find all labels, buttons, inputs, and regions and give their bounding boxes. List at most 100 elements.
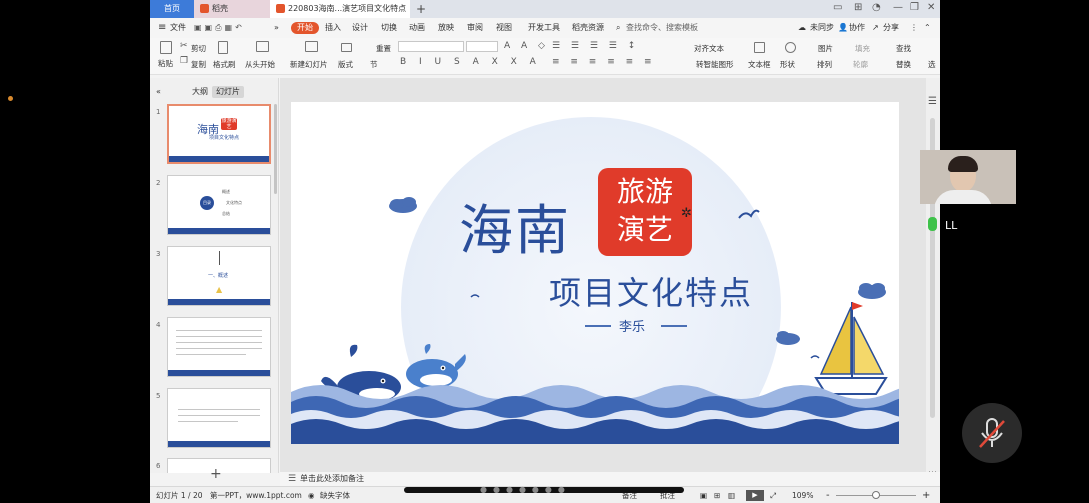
more-options-icon[interactable]: ⋮ — [910, 18, 918, 38]
list-icons[interactable]: ☰ ☰ ☰ ☰ ↕ — [552, 41, 639, 51]
search-icon[interactable]: ⌕ — [616, 18, 620, 38]
grid-icon[interactable]: ⊞ — [854, 2, 862, 13]
shapes-button[interactable]: 形状 — [780, 59, 795, 70]
properties-icon[interactable]: ☰ — [928, 96, 937, 107]
select-button[interactable]: 选 — [928, 59, 936, 70]
paste-icon[interactable] — [160, 41, 172, 54]
slide-tag[interactable]: 旅游 演艺 — [598, 168, 692, 256]
slide-thumbnail[interactable]: 一、概述 ▲ — [167, 246, 271, 306]
format-painter-icon[interactable] — [218, 41, 228, 54]
paste-button[interactable]: 粘贴 — [158, 58, 173, 69]
font-size-controls[interactable]: A A ◇ — [504, 41, 549, 51]
quick-access-icons[interactable]: ▣▣⎙▦↶ — [194, 18, 245, 38]
text-format-icons[interactable]: B I U S A X X A — [400, 57, 541, 67]
new-tab-icon[interactable]: + — [416, 0, 426, 18]
thumb-item: 文化特点 — [226, 200, 242, 205]
share-button[interactable]: 分享 — [883, 18, 899, 38]
fill-button[interactable]: 填充 — [855, 43, 870, 54]
format-painter-button[interactable]: 格式刷 — [213, 59, 236, 70]
copy-button[interactable]: 复制 — [191, 59, 206, 70]
slide-thumbnail[interactable]: 目录 概述 文化特点 总结 — [167, 175, 271, 235]
hamburger-icon[interactable]: ≡ — [158, 18, 166, 38]
more-icon[interactable]: » — [274, 18, 279, 38]
menu-resources[interactable]: 稻壳资源 — [572, 18, 604, 38]
menu-devtools[interactable]: 开发工具 — [528, 18, 560, 38]
thumb-text-line — [178, 409, 260, 410]
normal-view-icon[interactable]: ▣ — [700, 487, 707, 503]
play-button[interactable]: ▶ — [746, 490, 764, 501]
menu-view[interactable]: 视图 — [496, 18, 512, 38]
cut-icon[interactable]: ✂ — [180, 41, 188, 51]
add-slide-icon[interactable]: + — [210, 466, 222, 482]
share-icon: ↗ — [872, 23, 879, 32]
panel-scrollbar[interactable] — [274, 104, 277, 194]
participant-video[interactable] — [920, 150, 1016, 204]
slide-thumbnail[interactable]: 海南 旅游演艺 项目文化特点 — [167, 104, 271, 164]
slide-thumbnail[interactable] — [167, 388, 271, 448]
smart-art-button[interactable]: 转智能图形 — [696, 59, 734, 70]
outline-button[interactable]: 轮廓 — [853, 59, 868, 70]
orange-dot — [8, 96, 13, 101]
font-size-dropdown[interactable] — [466, 41, 498, 52]
thumb-tag: 旅游演艺 — [221, 118, 237, 130]
slide[interactable]: 海南 旅游 演艺 ✲ 项目文化特点 李乐 — [291, 102, 899, 444]
collapse-ribbon-icon[interactable]: ⌃ — [924, 18, 931, 38]
collapse-panel-icon[interactable]: « — [152, 86, 165, 98]
textbox-button[interactable]: 文本框 — [748, 59, 771, 70]
shapes-icon[interactable] — [785, 42, 796, 53]
slide-title[interactable]: 海南 — [459, 198, 571, 264]
reading-view-icon[interactable]: ▥ — [728, 487, 735, 503]
sorter-view-icon[interactable]: ⊞ — [714, 487, 720, 503]
mute-button[interactable] — [962, 403, 1022, 463]
tab-home[interactable]: 首页 — [150, 0, 194, 18]
menu-insert[interactable]: 插入 — [325, 18, 341, 38]
sync-status[interactable]: 未同步 — [810, 18, 834, 38]
replace-button[interactable]: 替换 — [896, 59, 911, 70]
avatar-icon[interactable]: ◔ — [872, 2, 881, 13]
zoom-level[interactable]: 109% — [792, 487, 813, 503]
layout-icon[interactable]: ▭ — [833, 2, 842, 13]
layout-button-icon[interactable] — [341, 43, 352, 52]
new-slide-button[interactable]: 新建幻灯片 — [290, 59, 328, 70]
menu-design[interactable]: 设计 — [352, 18, 368, 38]
menu-start[interactable]: 开始 — [291, 22, 319, 34]
tab-outline[interactable]: 大纲 — [188, 86, 212, 98]
slide-author[interactable]: 李乐 — [619, 316, 645, 335]
textbox-icon[interactable] — [754, 42, 765, 53]
align-icons[interactable]: ≡ ≡ ≡ ≡ ≡ ≡ — [552, 57, 656, 67]
zoom-in-button[interactable]: + — [922, 487, 930, 503]
cut-button[interactable]: 剪切 — [191, 43, 206, 54]
notes-bar[interactable]: ☰ 单击此处添加备注 — [280, 472, 940, 486]
menu-slideshow[interactable]: 放映 — [438, 18, 454, 38]
section-button[interactable]: 节 — [370, 59, 378, 70]
new-slide-icon[interactable] — [305, 41, 318, 52]
search-commands[interactable]: 查找命令、搜索模板 — [626, 18, 698, 38]
tab-slides[interactable]: 幻灯片 — [212, 86, 244, 98]
play-from-start-button[interactable]: 从头开始 — [245, 59, 275, 70]
menu-file[interactable]: 文件 — [170, 18, 186, 38]
menu-animation[interactable]: 动画 — [409, 18, 425, 38]
play-icon[interactable] — [256, 41, 269, 52]
zoom-out-button[interactable]: - — [826, 487, 830, 503]
missing-font-button[interactable]: 缺失字体 — [320, 487, 350, 503]
menu-transition[interactable]: 切换 — [381, 18, 397, 38]
slide-thumbnail[interactable] — [167, 317, 271, 377]
fit-icon[interactable]: ⤢ — [770, 487, 776, 503]
minimize-icon[interactable]: — — [893, 2, 903, 13]
tab-document[interactable]: 220803海南...演艺项目文化特点✕ — [270, 0, 410, 18]
slide-subtitle[interactable]: 项目文化特点 — [549, 268, 753, 314]
zoom-slider-thumb[interactable] — [872, 491, 880, 499]
tab-daoke[interactable]: 稻壳 — [194, 0, 270, 18]
layout-button[interactable]: 版式 — [338, 59, 353, 70]
text-direction-button[interactable]: 对齐文本 — [694, 43, 724, 54]
arrange-button[interactable]: 排列 — [817, 59, 832, 70]
font-name-dropdown[interactable] — [398, 41, 464, 52]
restore-icon[interactable]: ❐ — [910, 2, 919, 13]
reset-button[interactable]: 重置 — [376, 43, 391, 54]
picture-button[interactable]: 图片 — [818, 43, 833, 54]
menu-review[interactable]: 审阅 — [467, 18, 483, 38]
collab-button[interactable]: 协作 — [849, 18, 865, 38]
close-icon[interactable]: ✕ — [927, 2, 935, 13]
copy-icon[interactable]: ❐ — [180, 56, 188, 66]
find-button[interactable]: 查找 — [896, 43, 911, 54]
